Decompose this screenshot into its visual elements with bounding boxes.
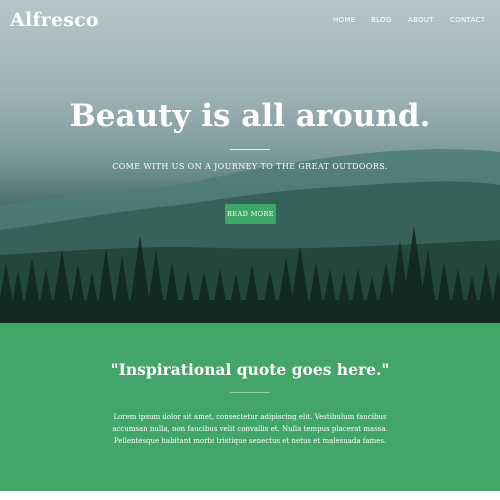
nav-item-blog[interactable]: BLOG: [371, 16, 392, 24]
inspirational-quote: "Inspirational quote goes here.": [110, 360, 390, 379]
footer-strip: [0, 491, 500, 500]
hero-divider: [230, 149, 270, 150]
hero-title: Beauty is all around.: [69, 98, 431, 134]
quote-body-text: Lorem ipsum dolor sit amet, consectetur …: [112, 413, 388, 445]
read-more-button[interactable]: READ MORE: [225, 204, 276, 224]
nav-item-contact[interactable]: CONTACT: [450, 16, 485, 24]
main-nav: HOME BLOG ABOUT CONTACT: [0, 16, 500, 28]
hero-subtitle: COME WITH US ON A JOURNEY TO THE GREAT O…: [112, 162, 388, 171]
quote-section: "Inspirational quote goes here." Lorem i…: [0, 323, 500, 491]
nav-item-home[interactable]: HOME: [333, 16, 355, 24]
quote-divider: [230, 392, 270, 393]
nav-item-about[interactable]: ABOUT: [408, 16, 434, 24]
hero-section: Alfresco HOME BLOG ABOUT CONTACT Beauty …: [0, 0, 500, 323]
